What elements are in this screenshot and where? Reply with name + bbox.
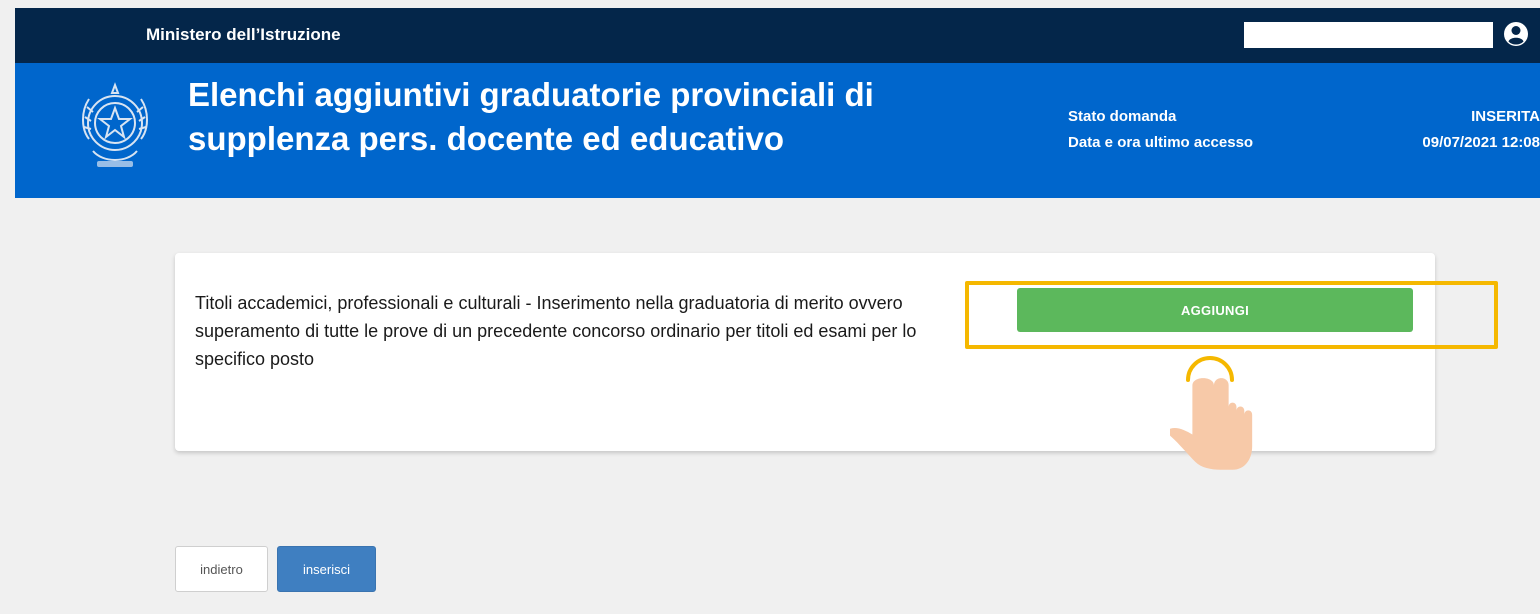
card-description: Titoli accademici, professionali e cultu… (195, 293, 917, 369)
status-value: INSERITA (1471, 108, 1540, 125)
top-bar: Ministero dell’Istruzione (15, 8, 1540, 63)
tap-hand-icon (1170, 356, 1253, 470)
page-title: Elenchi aggiuntivi graduatorie provincia… (188, 76, 874, 157)
last-access-value: 09/07/2021 12:08 (1422, 134, 1540, 151)
meta-labels: Stato domanda Data e ora ultimo accesso (1068, 104, 1253, 156)
user-name-field[interactable] (1244, 22, 1493, 48)
highlight-frame (965, 281, 1498, 349)
insert-button[interactable]: inserisci (277, 546, 376, 592)
back-button[interactable]: indietro (175, 546, 268, 592)
user-circle-icon[interactable] (1502, 20, 1530, 48)
app-header: Elenchi aggiuntivi graduatorie provincia… (15, 63, 1540, 198)
status-label: Stato domanda (1068, 108, 1177, 125)
italian-republic-emblem-icon (82, 82, 148, 167)
meta-values: INSERITA 09/07/2021 12:08 (1422, 104, 1540, 156)
ministry-name: Ministero dell’Istruzione (146, 25, 341, 44)
last-access-label: Data e ora ultimo accesso (1068, 134, 1254, 151)
